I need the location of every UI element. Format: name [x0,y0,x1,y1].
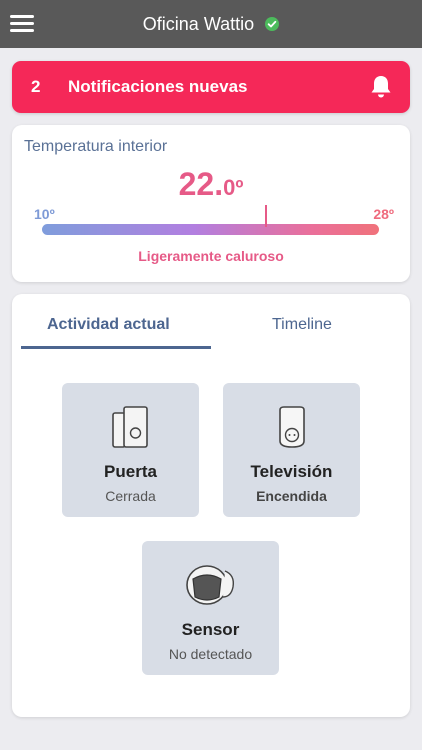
device-state: Encendida [256,488,327,504]
device-state: No detectado [168,646,253,662]
device-name: Sensor [181,620,240,639]
notifications-banner[interactable]: 2 Notificaciones nuevas [12,61,410,113]
temperature-card: Temperatura interior 22.0º 10º 28º Liger… [12,125,410,282]
device-state: Cerrada [105,488,156,504]
device-tile-sensor[interactable]: Sensor No detectado [142,541,279,675]
page-title: Oficina Wattio [142,14,255,34]
door-sensor-icon [111,406,148,448]
temperature-min-label: 10º [34,206,55,222]
temperature-marker [265,205,267,227]
device-tile-puerta[interactable]: Puerta Cerrada [62,383,199,517]
active-tab-indicator [21,346,211,349]
header-title-wrap: Oficina Wattio [0,13,422,35]
device-name: Puerta [104,462,157,481]
temperature-status: Ligeramente caluroso [138,248,284,264]
motion-sensor-icon [185,565,234,605]
temperature-value: 22.0º [12,166,410,203]
temperature-gradient-bar [42,224,379,235]
activity-card: Actividad actual Timeline Puerta Cerrada… [12,294,410,717]
temperature-max-label: 28º [373,206,394,222]
smart-plug-icon [278,406,305,448]
notification-label: Notificaciones nuevas [68,77,248,96]
bell-icon[interactable] [369,74,393,100]
check-circle-icon [265,17,280,31]
top-bar: Oficina Wattio [0,0,422,48]
device-tile-television[interactable]: Televisión Encendida [223,383,360,517]
temperature-value-integer: 22. [178,166,224,202]
notification-count: 2 [31,77,41,96]
device-name: Televisión [250,462,333,481]
tab-timeline[interactable]: Timeline [272,316,332,334]
temperature-value-decimal: 0º [223,175,244,200]
temperature-title: Temperatura interior [24,138,168,155]
tab-actividad-actual[interactable]: Actividad actual [47,316,170,334]
